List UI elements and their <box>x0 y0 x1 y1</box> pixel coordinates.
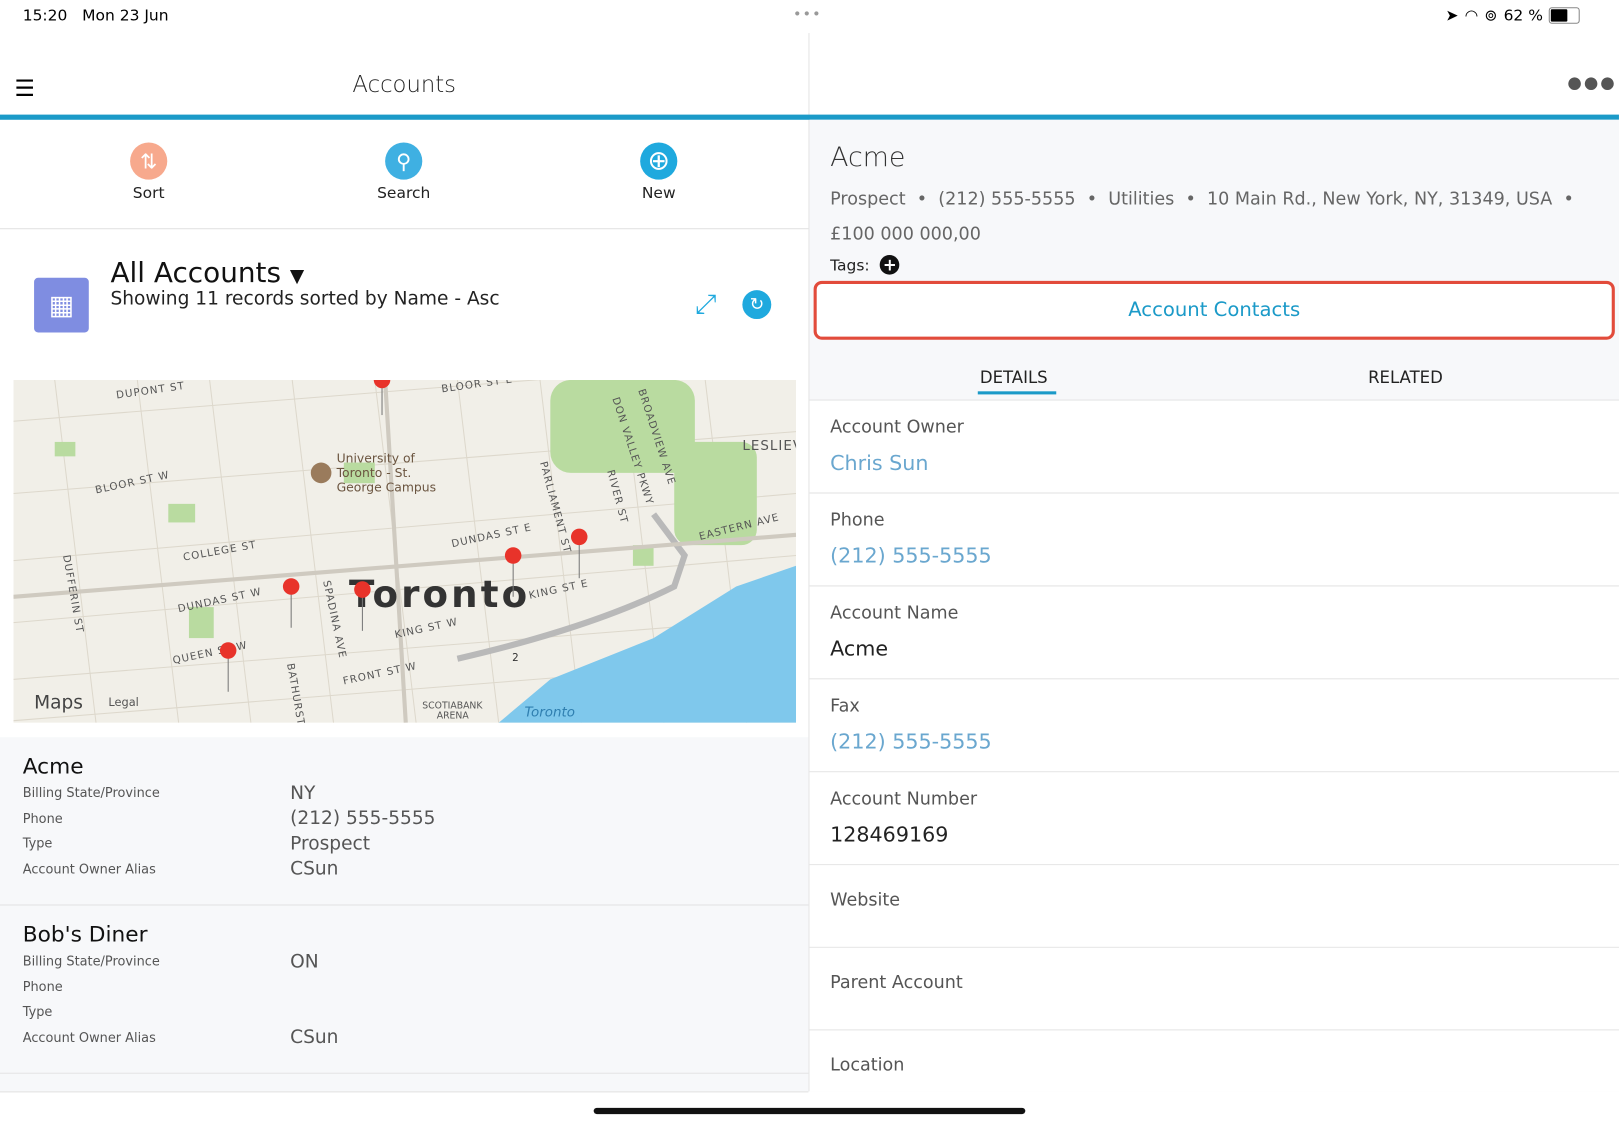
map-poi-label: Toronto - St. <box>336 465 412 480</box>
field-value-link[interactable]: (212) 555-5555 <box>830 543 992 568</box>
map-city-label: Toronto <box>349 572 530 616</box>
account-contacts-button[interactable]: Account Contacts <box>813 280 1615 340</box>
field-value: 128469169 <box>830 821 949 847</box>
field-account-name: Account Name Acme <box>809 586 1619 680</box>
field-parent-account: Parent Account <box>809 947 1619 1031</box>
highway-shield: 2 <box>512 652 519 664</box>
list-view-selector[interactable]: All Accounts ▼ <box>110 257 304 289</box>
caret-down-icon: ▼ <box>289 265 305 288</box>
field-value: (212) 555-5555 <box>290 807 436 830</box>
field-account-owner: Account Owner Chris Sun <box>809 400 1619 494</box>
home-indicator[interactable] <box>593 1107 1026 1115</box>
field-label: Phone <box>22 978 63 995</box>
field-label: Account Owner <box>830 417 964 438</box>
field-label: Type <box>22 1003 53 1020</box>
list-item[interactable]: Acme Billing State/Province NY Phone (21… <box>0 737 809 906</box>
account-name[interactable]: Acme <box>23 754 84 779</box>
field-label: Parent Account <box>830 972 963 994</box>
map-poi-label: University of <box>337 451 416 466</box>
battery-percent: 62 % <box>1503 6 1543 25</box>
status-icons: ➤ ◠ ⊚ 62 % <box>1446 6 1581 25</box>
field-value-link[interactable]: (212) 555-5555 <box>830 729 992 754</box>
field-label: Fax <box>830 695 860 717</box>
tab-related[interactable]: RELATED <box>1368 368 1443 388</box>
tab-details[interactable]: DETAILS <box>977 368 1057 395</box>
record-amount: £100 000 000,00 <box>830 224 981 245</box>
new-label: New <box>641 183 676 203</box>
expand-icon[interactable]: ⤢ <box>695 289 716 321</box>
field-label: Phone <box>22 810 63 826</box>
field-value: Acme <box>830 636 889 661</box>
accounts-object-icon: ▦ <box>34 277 89 333</box>
status-time: 15:20 Mon 23 Jun <box>22 6 169 25</box>
battery-icon <box>1549 7 1581 24</box>
field-value: Prospect <box>290 833 371 855</box>
map-poi-label: George Campus <box>337 479 436 494</box>
tags-label: Tags: <box>830 255 870 275</box>
field-account-number: Account Number 128469169 <box>809 772 1619 866</box>
field-label: Website <box>830 890 901 911</box>
account-name[interactable]: Bob's Diner <box>23 922 148 947</box>
map-poi-label: ARENA <box>437 711 470 722</box>
field-label: Account Owner Alias <box>22 1029 156 1045</box>
map-water-label: Toronto <box>525 706 575 721</box>
field-label: Account Name <box>830 602 959 624</box>
field-label: Billing State/Province <box>22 952 160 969</box>
active-tab-indicator <box>977 391 1057 395</box>
field-value: NY <box>290 782 316 805</box>
field-label: Account Number <box>830 788 978 810</box>
wifi-icon: ◠ <box>1464 6 1479 25</box>
list-view-subtitle: Showing 11 records sorted by Name - Asc <box>110 288 500 310</box>
detail-pane: Acme Prospect • (212) 555-5555 • Utiliti… <box>809 119 1619 1092</box>
new-button[interactable]: ⊕ New <box>597 142 721 202</box>
search-icon: ⚲ <box>385 142 423 180</box>
more-options-icon[interactable]: ●●● <box>1567 72 1616 92</box>
field-value: CSun <box>290 858 339 880</box>
add-tag-icon[interactable]: + <box>879 255 900 275</box>
field-phone: Phone (212) 555-5555 <box>809 493 1619 587</box>
field-label: Phone <box>830 510 885 531</box>
field-value: CSun <box>290 1026 339 1048</box>
field-label: Location <box>830 1055 905 1076</box>
location-icon: ➤ <box>1445 6 1459 25</box>
search-button[interactable]: ⚲ Search <box>342 142 466 202</box>
sort-button[interactable]: ⇅ Sort <box>87 142 211 202</box>
field-value: ON <box>290 950 319 973</box>
field-label: Type <box>22 835 53 851</box>
list-item[interactable] <box>0 1073 809 1093</box>
field-website: Website <box>809 865 1619 948</box>
record-summary: Prospect • (212) 555-5555 • Utilities • … <box>830 188 1574 210</box>
map-street-label: LESLIEV <box>742 439 796 454</box>
field-fax: Fax (212) 555-5555 <box>809 679 1619 773</box>
maps-logo: Maps <box>34 692 83 713</box>
field-label: Account Owner Alias <box>22 861 156 877</box>
record-title: Acme <box>830 142 906 174</box>
sort-icon: ⇅ <box>130 142 168 180</box>
campus-icon <box>310 462 332 484</box>
field-label: Billing State/Province <box>22 784 160 801</box>
search-label: Search <box>377 183 431 203</box>
accounts-map[interactable]: DUPONT ST BLOOR ST W BLOOR ST E COLLEGE … <box>13 379 797 723</box>
plus-icon: ⊕ <box>640 142 678 180</box>
page-title: Accounts <box>352 72 456 99</box>
list-item[interactable]: Bob's Diner Billing State/Province ON Ph… <box>0 905 809 1074</box>
divider <box>0 228 809 230</box>
field-location: Location <box>809 1030 1619 1092</box>
tags-row: Tags: + <box>830 255 900 275</box>
multitask-dots-icon[interactable]: ••• <box>793 6 822 23</box>
legal-link[interactable]: Legal <box>108 695 138 709</box>
rotation-lock-icon: ⊚ <box>1484 6 1498 25</box>
refresh-icon[interactable]: ↻ <box>742 290 772 320</box>
field-value-link[interactable]: Chris Sun <box>830 450 928 475</box>
sort-label: Sort <box>132 183 165 203</box>
